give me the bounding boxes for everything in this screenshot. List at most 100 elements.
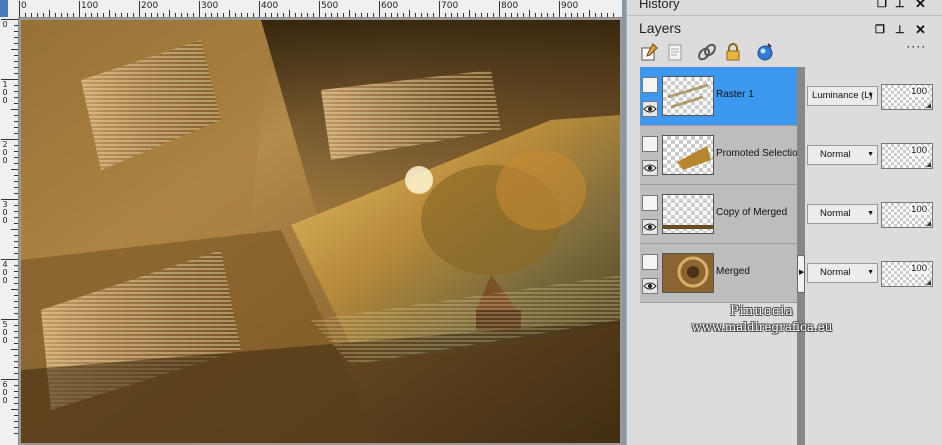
- ruler-tick: [613, 13, 614, 17]
- ruler-tick: [241, 13, 242, 17]
- ruler-tick: [553, 13, 554, 17]
- ruler-tick: [163, 13, 164, 17]
- restore-icon[interactable]: ❐: [877, 0, 887, 10]
- ruler-label: 100: [81, 1, 99, 11]
- blend-mode-dropdown[interactable]: Normal ▼: [807, 145, 878, 165]
- ruler-tick: [14, 295, 18, 296]
- ruler-tick: [11, 229, 18, 230]
- link-icon[interactable]: [697, 42, 717, 62]
- watermark-url: www.maldiregrafica.eu: [691, 320, 833, 334]
- ruler-label: 300: [201, 1, 219, 11]
- ruler-tick: [14, 97, 18, 98]
- ruler-tick: [235, 13, 236, 17]
- layer-page-icon[interactable]: [642, 195, 658, 211]
- ruler-tick: [139, 1, 140, 17]
- history-panel-header[interactable]: History ❐ ⊥ ✕: [627, 0, 942, 16]
- ruler-tick: [511, 13, 512, 17]
- ruler-tick: [169, 10, 170, 17]
- ruler-tick: [457, 13, 458, 17]
- eye-icon[interactable]: [642, 278, 658, 294]
- ruler-tick: [211, 13, 212, 17]
- ruler-tick: [355, 13, 356, 17]
- ruler-tick: [283, 13, 284, 17]
- artwork-image: [21, 20, 620, 443]
- resize-grip-icon: [926, 280, 931, 285]
- ruler-tick: [445, 13, 446, 17]
- ruler-tick: [14, 55, 18, 56]
- lock-icon[interactable]: [723, 42, 743, 62]
- pin-icon[interactable]: ⊥: [895, 0, 905, 10]
- resize-grip-icon: [926, 162, 931, 167]
- splitter-handle[interactable]: ▶: [797, 255, 805, 293]
- ruler-tick: [55, 13, 56, 17]
- layers-panel-header[interactable]: Layers ❐ ⊥ ✕ ····: [627, 18, 942, 52]
- restore-icon[interactable]: ❐: [875, 23, 885, 36]
- ruler-tick: [541, 13, 542, 17]
- ruler-tick: [14, 313, 18, 314]
- ruler-tick: [14, 265, 18, 266]
- ruler-tick: [559, 1, 560, 17]
- eye-icon[interactable]: [642, 160, 658, 176]
- ruler-tick: [14, 325, 18, 326]
- ruler-tick: [14, 283, 18, 284]
- ruler-tick: [181, 13, 182, 17]
- blend-mode-dropdown[interactable]: Normal ▼: [807, 204, 878, 224]
- opacity-field[interactable]: 100: [881, 143, 933, 169]
- eye-icon[interactable]: [642, 219, 658, 235]
- ruler-tick: [397, 13, 398, 17]
- palette-dock: History ❐ ⊥ ✕ Layers ❐ ⊥ ✕ ···· Raster 1…: [626, 0, 942, 445]
- ruler-tick: [14, 37, 18, 38]
- ruler-tick: [409, 10, 410, 17]
- layer-page-icon[interactable]: [642, 254, 658, 270]
- close-icon[interactable]: ✕: [915, 22, 926, 38]
- ruler-label: 700: [441, 1, 459, 11]
- ruler-tick: [14, 175, 18, 176]
- properties-icon[interactable]: [665, 42, 685, 62]
- layer-thumbnail: [662, 135, 714, 175]
- layer-page-icon[interactable]: [642, 136, 658, 152]
- ruler-tick: [91, 13, 92, 17]
- eye-icon[interactable]: [642, 101, 658, 117]
- layer-row-copy-of-merged[interactable]: Copy of Merged: [640, 185, 797, 244]
- ruler-tick: [14, 367, 18, 368]
- image-canvas[interactable]: [19, 18, 622, 445]
- layer-row-raster-1[interactable]: Raster 1: [640, 67, 797, 126]
- ruler-tick: [337, 13, 338, 17]
- ruler-tick: [14, 103, 18, 104]
- image-workspace: 0 100 200 300 400 500 600 700 800 900 0 1 0 0 2 0 0…: [0, 0, 626, 445]
- opacity-field[interactable]: 100: [881, 202, 933, 228]
- layer-row-merged[interactable]: Merged: [640, 244, 797, 303]
- blend-mode-dropdown[interactable]: Normal ▼: [807, 263, 878, 283]
- ruler-tick: [505, 13, 506, 17]
- ruler-tick: [97, 13, 98, 17]
- ruler-tick: [133, 13, 134, 17]
- horizontal-ruler: 0 100 200 300 400 500 600 700 800 900: [8, 0, 622, 18]
- ruler-label: 500: [321, 1, 339, 11]
- blend-mode-dropdown[interactable]: Luminance (L) ▼: [807, 86, 878, 106]
- layer-row-promoted-selection[interactable]: Promoted Selection: [640, 126, 803, 185]
- ruler-tick: [14, 397, 18, 398]
- mask-icon[interactable]: [755, 42, 775, 62]
- ruler-tick: [193, 13, 194, 17]
- ruler-label: 200: [141, 1, 159, 11]
- ruler-tick: [217, 13, 218, 17]
- ruler-label: 6 0 0: [2, 380, 8, 405]
- ruler-tick: [14, 85, 18, 86]
- more-options-icon[interactable]: ····: [907, 42, 927, 52]
- opacity-field[interactable]: 100: [881, 261, 933, 287]
- resize-grip-icon: [926, 221, 931, 226]
- ruler-tick: [325, 13, 326, 17]
- ruler-tick: [14, 211, 18, 212]
- ruler-tick: [343, 13, 344, 17]
- new-layer-icon[interactable]: [639, 42, 659, 62]
- pin-icon[interactable]: ⊥: [895, 23, 905, 36]
- opacity-field[interactable]: 100: [881, 84, 933, 110]
- ruler-tick: [307, 13, 308, 17]
- ruler-tick: [517, 13, 518, 17]
- close-icon[interactable]: ✕: [915, 0, 926, 12]
- ruler-tick: [25, 13, 26, 17]
- ruler-tick: [535, 13, 536, 17]
- ruler-tick: [187, 13, 188, 17]
- watermark: Pinuccia www.maldiregrafica.eu: [662, 304, 862, 334]
- layer-page-icon[interactable]: [642, 77, 658, 93]
